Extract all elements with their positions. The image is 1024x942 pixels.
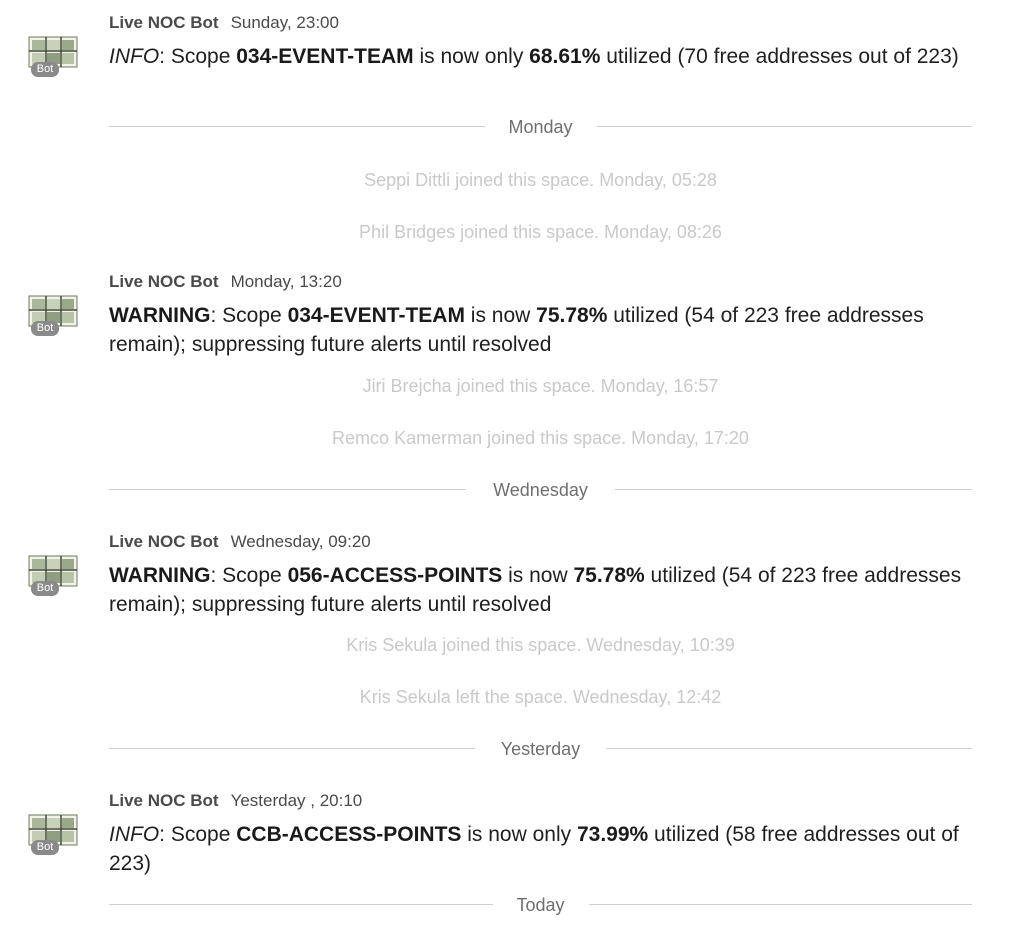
divider-label: Yesterday	[484, 739, 597, 759]
message-text: WARNING: Scope 034-EVENT-TEAM is now 75.…	[109, 301, 979, 359]
bot-avatar-icon[interactable]: Bot	[26, 35, 80, 79]
message-fragment: is now	[464, 304, 537, 327]
date-divider: Today	[109, 893, 972, 917]
message-text: WARNING: Scope 056-ACCESS-POINTS is now …	[109, 561, 979, 619]
message: Bot Live NOC Bot Monday, 13:20 WARNING: S…	[0, 272, 1024, 362]
system-event: Seppi Dittli joined this space. Monday, …	[364, 170, 717, 190]
sender-name[interactable]: Live NOC Bot	[109, 13, 219, 32]
message-text: INFO: Scope CCB-ACCESS-POINTS is now onl…	[109, 820, 979, 878]
message-timestamp: Yesterday , 20:10	[230, 791, 363, 810]
message-fragment: : Scope	[159, 823, 237, 846]
divider-label: Today	[500, 895, 581, 915]
bot-avatar-icon[interactable]: Bot	[26, 554, 80, 598]
message-fragment: utilized (70 free addresses out of 223)	[600, 45, 959, 68]
system-event: Phil Bridges joined this space. Monday, …	[359, 222, 722, 242]
utilization-percent: 75.78%	[573, 564, 645, 587]
message-header: Live NOC Bot Wednesday, 09:20	[109, 532, 371, 552]
scope-name: CCB-ACCESS-POINTS	[236, 823, 462, 846]
message: Bot Live NOC Bot Sunday, 23:00 INFO: Scop…	[0, 13, 1024, 103]
system-event: Kris Sekula joined this space. Wednesday…	[346, 635, 735, 655]
message-header: Live NOC Bot Sunday, 23:00	[109, 13, 339, 33]
scope-name: 034-EVENT-TEAM	[236, 45, 414, 68]
system-event: Kris Sekula left the space. Wednesday, 1…	[359, 687, 722, 707]
bot-badge: Bot	[36, 322, 54, 334]
date-divider: Monday	[109, 115, 972, 139]
bot-badge: Bot	[36, 582, 54, 594]
message-fragment: is now	[502, 564, 574, 587]
utilization-percent: 73.99%	[576, 823, 649, 846]
bot-badge: Bot	[36, 63, 54, 75]
alert-level: WARNING	[109, 564, 211, 587]
bot-avatar-icon[interactable]: Bot	[26, 294, 80, 338]
message-text: INFO: Scope 034-EVENT-TEAM is now only 6…	[109, 42, 979, 71]
message-header: Live NOC Bot Yesterday , 20:10	[109, 791, 362, 811]
bot-avatar-icon[interactable]: Bot	[26, 813, 80, 857]
divider-label: Wednesday	[477, 480, 604, 500]
message-fragment: : Scope	[210, 564, 288, 587]
message-header: Live NOC Bot Monday, 13:20	[109, 272, 342, 292]
date-divider: Yesterday	[109, 737, 972, 761]
scope-name: 056-ACCESS-POINTS	[287, 564, 503, 587]
sender-name[interactable]: Live NOC Bot	[109, 791, 219, 810]
message-timestamp: Sunday, 23:00	[230, 13, 339, 32]
message-fragment: : Scope	[159, 45, 237, 68]
bot-badge: Bot	[36, 841, 54, 853]
alert-level: WARNING	[109, 304, 211, 327]
divider-label: Monday	[492, 117, 589, 137]
message-fragment: is now only	[413, 45, 530, 68]
message-timestamp: Wednesday, 09:20	[230, 532, 371, 551]
message: Bot Live NOC Bot Yesterday , 20:10 INFO: …	[0, 791, 1024, 881]
system-event: Remco Kamerman joined this space. Monday…	[332, 428, 749, 448]
message: Bot Live NOC Bot Wednesday, 09:20 WARNING…	[0, 532, 1024, 622]
message-timestamp: Monday, 13:20	[230, 272, 342, 291]
message-fragment: : Scope	[210, 304, 288, 327]
date-divider: Wednesday	[109, 478, 972, 502]
utilization-percent: 68.61%	[529, 45, 601, 68]
sender-name[interactable]: Live NOC Bot	[109, 532, 219, 551]
message-fragment: is now only	[461, 823, 577, 846]
alert-level: INFO	[109, 823, 160, 846]
sender-name[interactable]: Live NOC Bot	[109, 272, 219, 291]
alert-level: INFO	[109, 45, 160, 68]
utilization-percent: 75.78%	[536, 304, 608, 327]
system-event: Jiri Brejcha joined this space. Monday, …	[362, 376, 719, 396]
message-feed: Bot Live NOC Bot Sunday, 23:00 INFO: Scop…	[0, 0, 1024, 942]
scope-name: 034-EVENT-TEAM	[287, 304, 465, 327]
